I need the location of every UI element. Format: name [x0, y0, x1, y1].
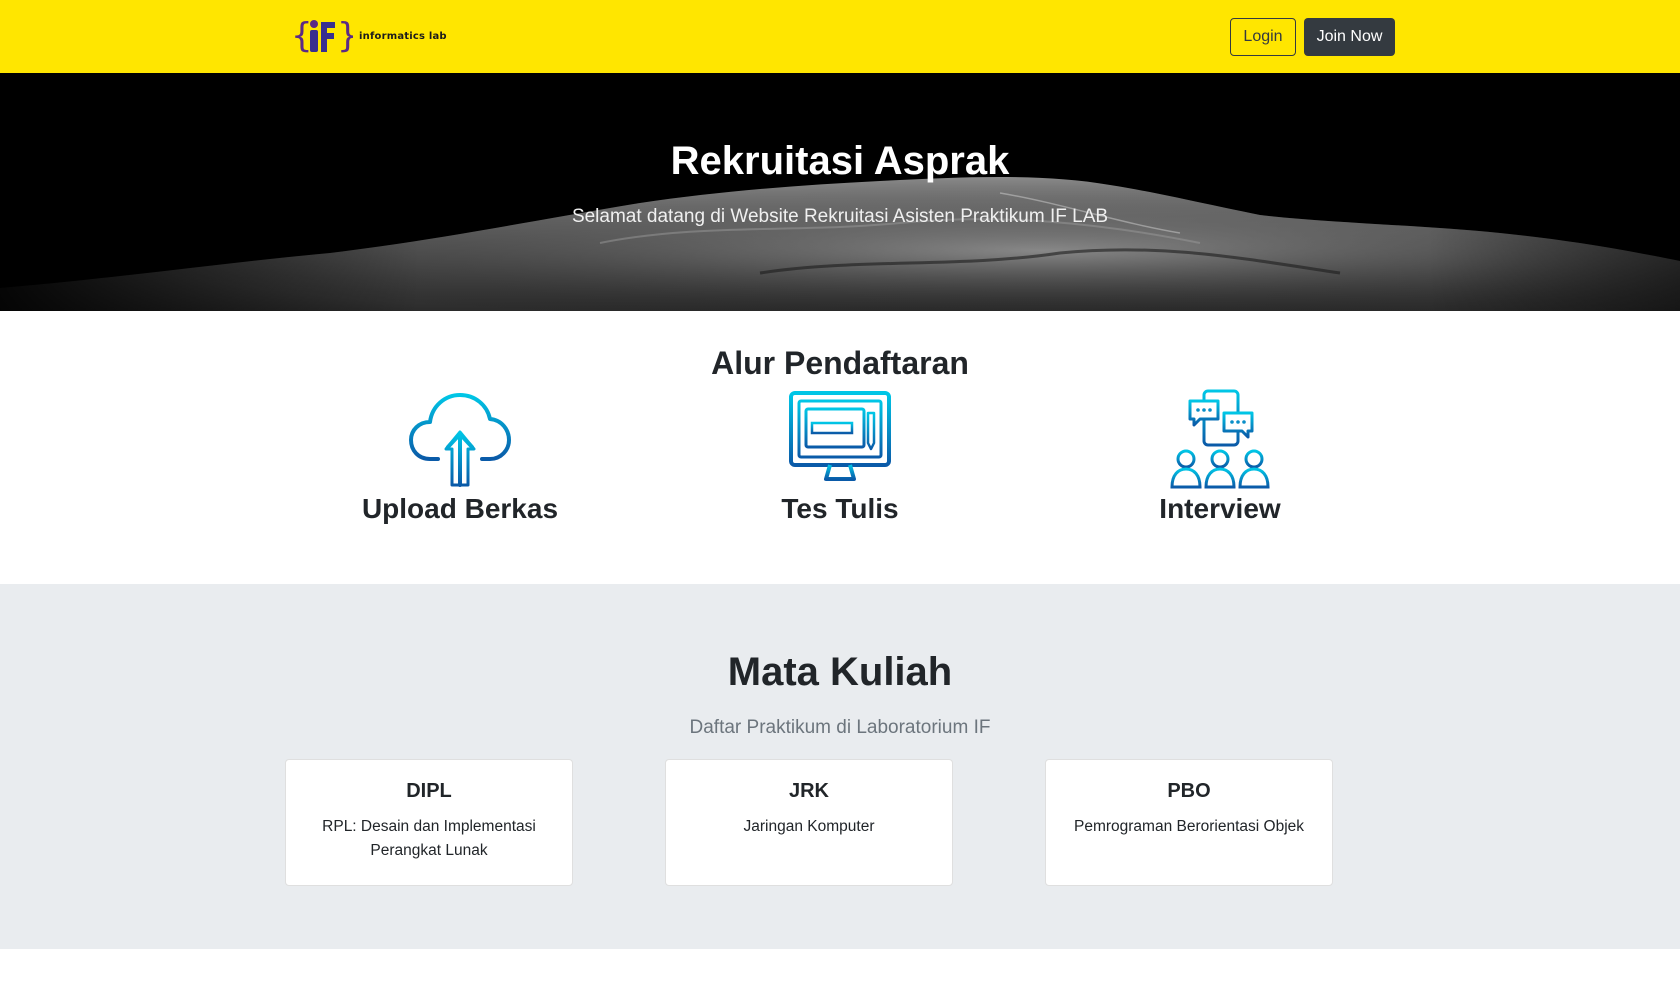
hero-banner: Rekruitasi Asprak Selamat datang di Webs…: [0, 73, 1680, 311]
step-tes-tulis: Tes Tulis: [690, 389, 990, 525]
cloud-upload-icon: [409, 393, 511, 487]
join-now-button[interactable]: Join Now: [1304, 18, 1395, 56]
people-chat-icon: [1170, 389, 1270, 489]
course-card-pbo[interactable]: PBO Pemrograman Berorientasi Objek: [1045, 759, 1333, 886]
course-card-dipl[interactable]: DIPL RPL: Desain dan Implementasi Perang…: [285, 759, 573, 886]
hero-subtitle: Selamat datang di Website Rekruitasi Asi…: [571, 206, 1109, 227]
registration-flow-section: Alur Pendaftaran Upload Berkas Tes Tulis…: [0, 311, 1680, 584]
rock-background-image: [0, 73, 1680, 311]
if-logo-icon: { }: [291, 16, 353, 56]
step-label: Interview: [1159, 493, 1281, 524]
brand-logo[interactable]: { } informatics lab: [291, 14, 447, 58]
courses-subtitle: Daftar Praktikum di Laboratorium IF: [689, 717, 991, 738]
course-name: Pemrograman Berorientasi Objek: [1073, 818, 1305, 835]
svg-text:}: }: [337, 16, 353, 56]
course-code: JRK: [788, 780, 829, 802]
step-interview: Interview: [1070, 389, 1370, 525]
brand-text: informatics lab: [359, 30, 447, 42]
course-code: PBO: [1167, 780, 1211, 802]
login-button[interactable]: Login: [1230, 18, 1296, 56]
course-card-jrk[interactable]: JRK Jaringan Komputer: [665, 759, 953, 886]
navbar: { } informatics lab Login Join Now: [0, 0, 1680, 73]
course-name: RPL: Desain dan Implementasi Perangkat L…: [322, 818, 536, 859]
step-label: Upload Berkas: [361, 493, 559, 524]
courses-title: Mata Kuliah: [727, 650, 953, 694]
hero-title: Rekruitasi Asprak: [670, 139, 1010, 183]
step-upload-berkas: Upload Berkas: [310, 389, 610, 525]
step-label: Tes Tulis: [781, 493, 899, 524]
svg-text:{: {: [291, 16, 313, 56]
course-code: DIPL: [406, 780, 452, 802]
computer-test-icon: [789, 391, 891, 485]
courses-section: Mata Kuliah Daftar Praktikum di Laborato…: [0, 584, 1680, 949]
course-name: Jaringan Komputer: [743, 818, 875, 835]
registration-flow-title: Alur Pendaftaran: [711, 345, 969, 381]
